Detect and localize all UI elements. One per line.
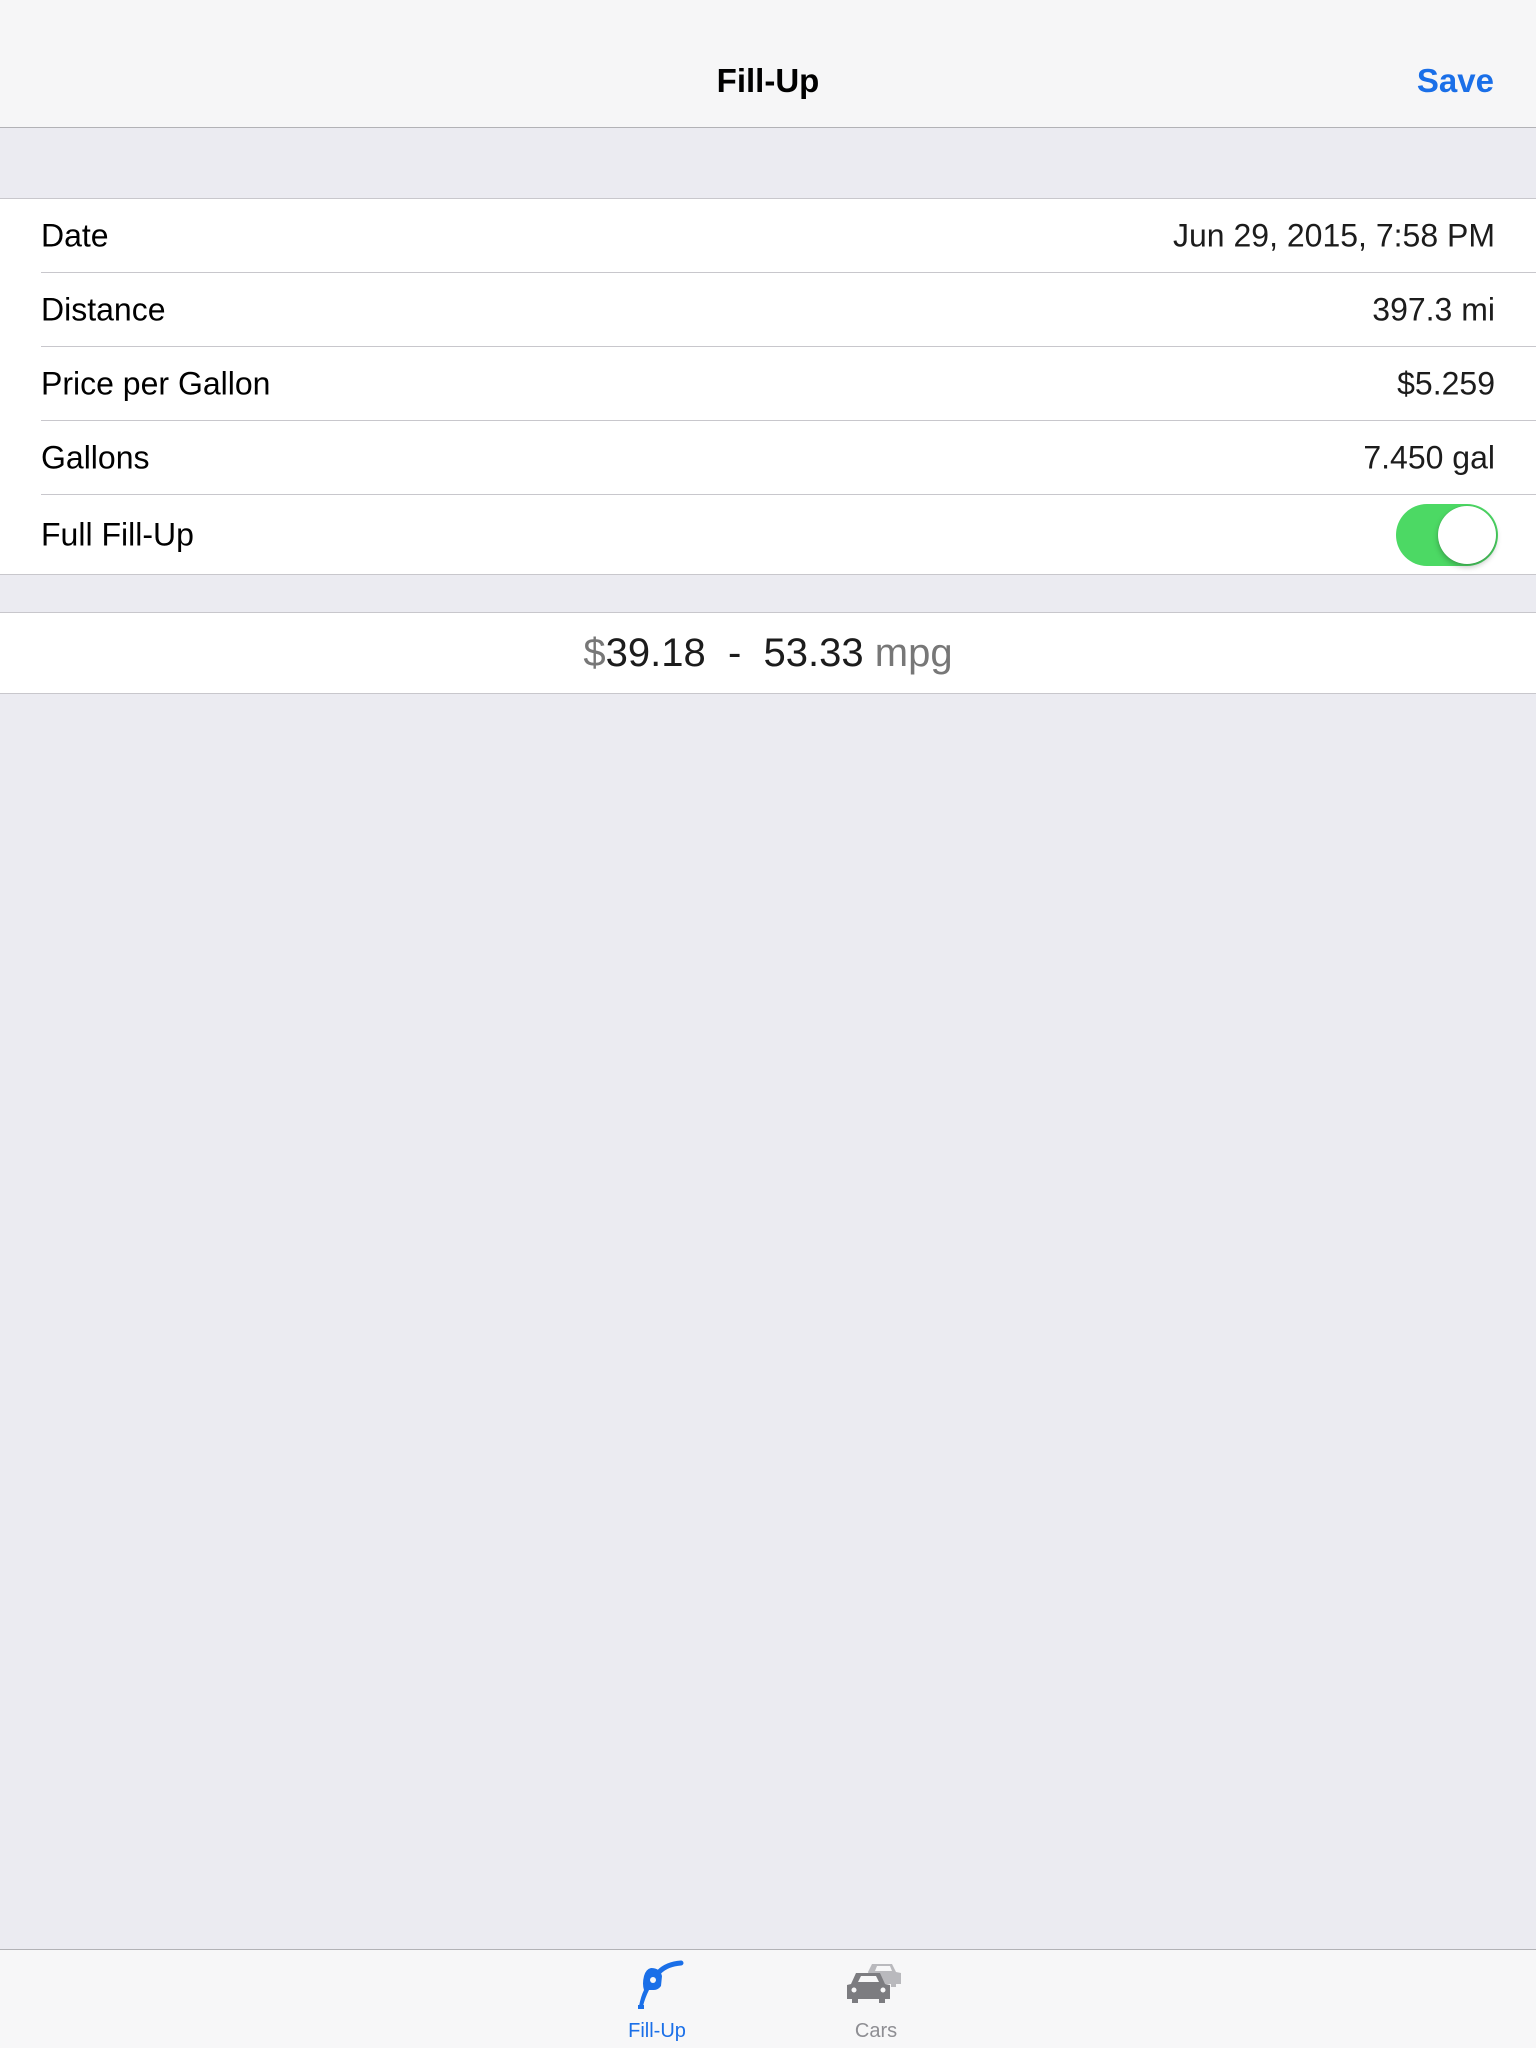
navigation-bar: Fill-Up Save: [0, 0, 1536, 128]
full-fillup-label: Full Fill-Up: [41, 516, 194, 552]
save-button[interactable]: Save: [1417, 62, 1494, 100]
fillup-form: Date Jun 29, 2015, 7:58 PM Distance 397.…: [0, 198, 1536, 575]
distance-row[interactable]: Distance 397.3 mi: [0, 273, 1536, 347]
full-fillup-toggle[interactable]: [1396, 503, 1498, 566]
gallons-row[interactable]: Gallons 7.450 gal: [0, 421, 1536, 495]
tab-cars-label: Cars: [854, 2020, 898, 2042]
full-fillup-row: Full Fill-Up: [0, 495, 1536, 574]
currency-symbol: $: [583, 631, 606, 675]
distance-value[interactable]: 397.3 mi: [1372, 292, 1495, 329]
mpg-unit: mpg: [874, 631, 953, 675]
tab-bar: Fill-Up Cars: [0, 1949, 1536, 2048]
mpg-value: 53.33: [763, 631, 864, 675]
date-value[interactable]: Jun 29, 2015, 7:58 PM: [1173, 218, 1495, 255]
gallons-label: Gallons: [41, 439, 150, 476]
toggle-knob: [1438, 505, 1496, 564]
price-per-gallon-row[interactable]: Price per Gallon $5.259: [0, 347, 1536, 421]
price-per-gallon-value[interactable]: $5.259: [1397, 366, 1495, 403]
price-per-gallon-label: Price per Gallon: [41, 365, 271, 402]
fuel-nozzle-icon: [638, 1960, 684, 2009]
tab-fill-up[interactable]: Fill-Up: [597, 1950, 717, 2048]
date-label: Date: [41, 217, 109, 254]
cars-icon: [847, 1964, 901, 2003]
distance-label: Distance: [41, 291, 166, 328]
tab-fill-up-label: Fill-Up: [628, 2020, 686, 2042]
gallons-value[interactable]: 7.450 gal: [1363, 440, 1495, 477]
page-title: Fill-Up: [716, 62, 820, 99]
date-row[interactable]: Date Jun 29, 2015, 7:58 PM: [0, 199, 1536, 273]
tab-cars[interactable]: Cars: [816, 1950, 936, 2048]
fillup-summary: $39.18 - 53.33 mpg: [0, 612, 1536, 694]
summary-separator: -: [727, 631, 742, 675]
total-cost: 39.18: [605, 631, 706, 675]
